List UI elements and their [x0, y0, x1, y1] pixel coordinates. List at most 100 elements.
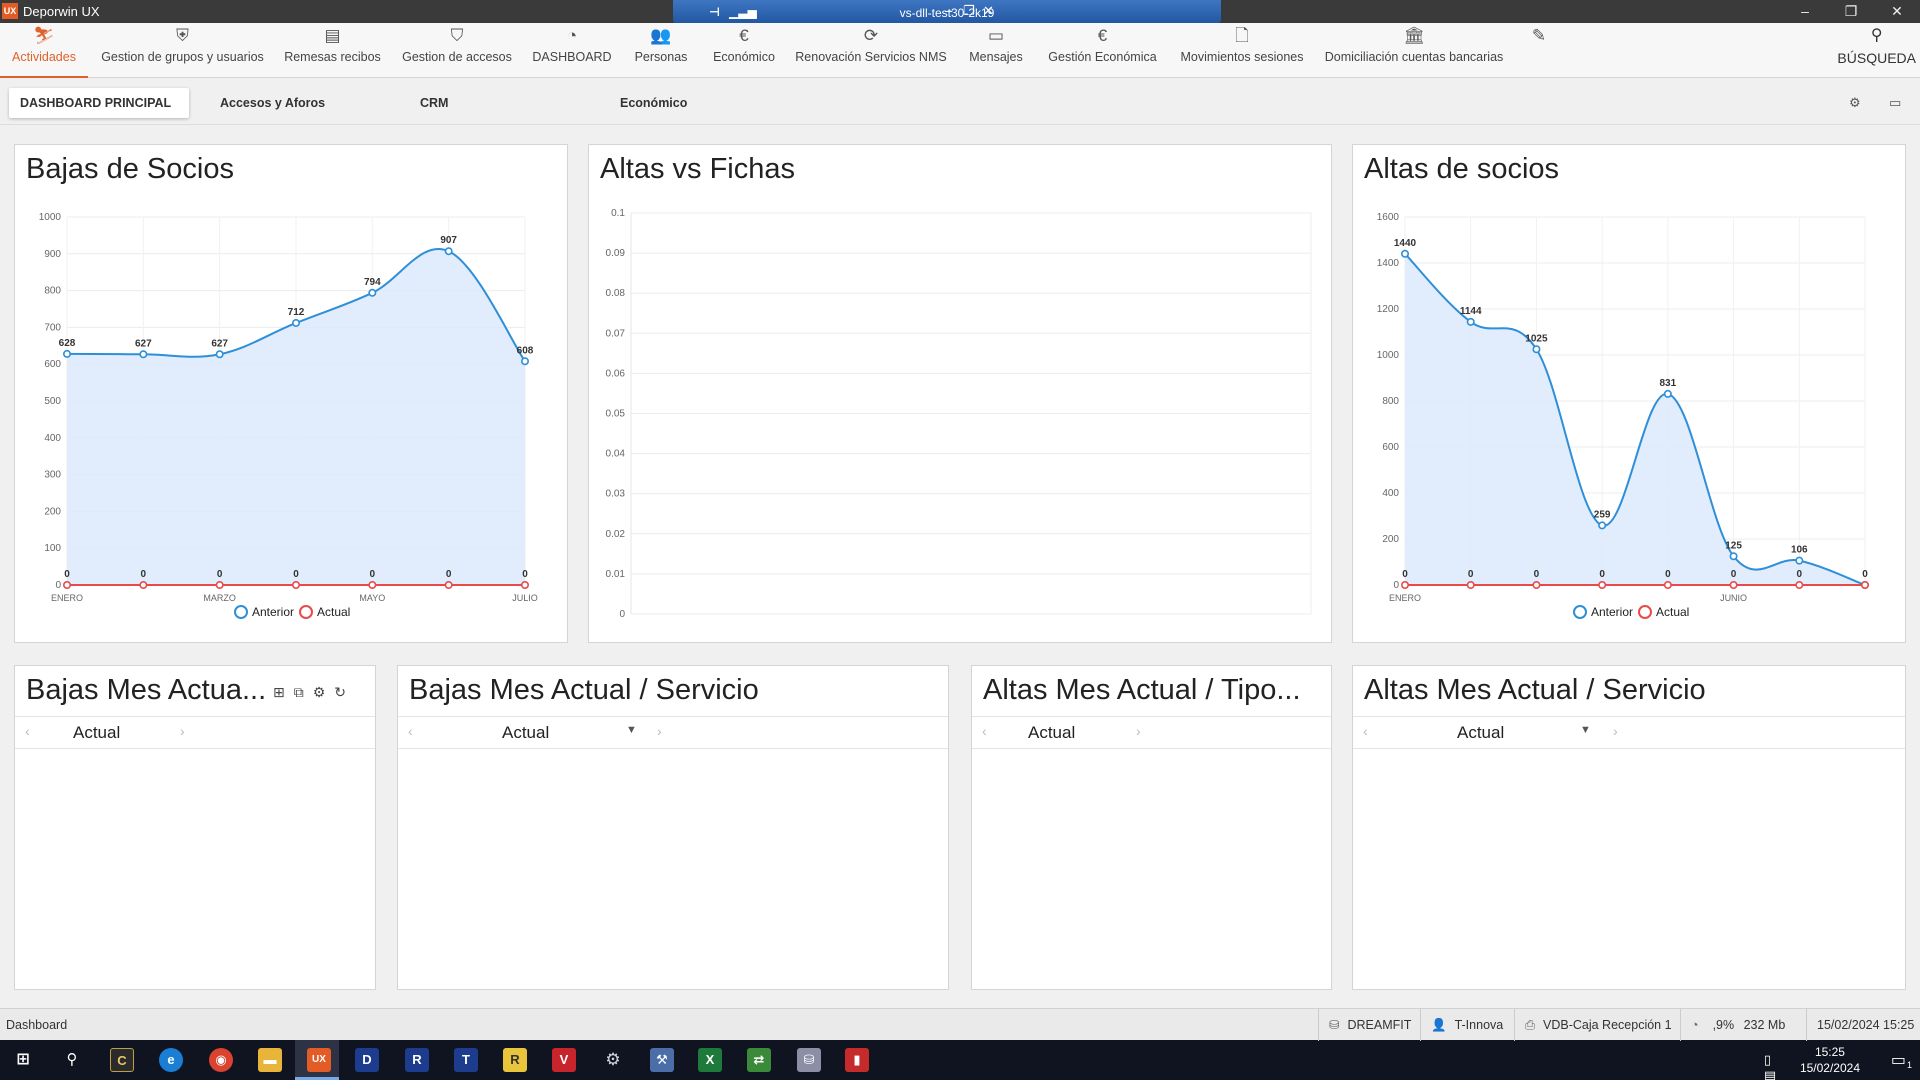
next-arrow-icon[interactable]: ›	[1136, 723, 1141, 739]
ribbon-item-remesas-recibos[interactable]: ▤ Remesas recibos	[280, 23, 385, 78]
app-office-icon[interactable]: ▮	[845, 1048, 869, 1072]
ribbon-item-gestion-de-accesos[interactable]: ⛉ Gestion de accesos	[396, 23, 518, 78]
app-d-icon[interactable]: D	[355, 1048, 379, 1072]
prev-arrow-icon[interactable]: ‹	[982, 723, 987, 739]
legend-marker	[1573, 605, 1587, 619]
dashboard-settings-icon[interactable]: ⚙	[1849, 95, 1861, 111]
panel-toolbar: ⊞ ⧉ ⚙ ↻	[273, 684, 346, 701]
data-label: 0	[1797, 569, 1803, 580]
bank-icon: 🏛	[1403, 26, 1425, 45]
ribbon-item-domiciliación-cuentas-bancarias[interactable]: 🏛 Domiciliación cuentas bancarias	[1319, 23, 1509, 78]
tab-accesos-aforos[interactable]: Accesos y Aforos	[209, 88, 336, 118]
ribbon-item-label: Económico	[713, 50, 775, 64]
table-view-icon[interactable]: ⊞	[273, 684, 285, 701]
settings-gear-icon[interactable]: ⚙	[601, 1048, 625, 1072]
period-selector[interactable]: ‹ Actual ▼ ›	[398, 717, 948, 749]
edit-pencil-icon[interactable]: ✎	[1525, 23, 1553, 78]
deporwin-ux-icon[interactable]: UX	[307, 1048, 331, 1072]
period-value[interactable]: Actual	[1028, 723, 1075, 743]
remote-close-icon[interactable]: ✕	[983, 3, 994, 19]
edge-icon[interactable]: e	[159, 1048, 183, 1072]
legend-label: Actual	[317, 605, 350, 619]
chart-bajas-socios: 0 100 200 300 400 500 600 700 800 900 1000 ENERO MAR…	[39, 212, 538, 619]
panel-title: Altas Mes Actual / Servicio	[1364, 674, 1706, 706]
ribbon-item-económico[interactable]: € Económico	[704, 23, 784, 78]
notification-icon[interactable]: ▭	[1891, 1050, 1906, 1070]
ribbon-item-actividades[interactable]: ⛷ Actividades	[0, 23, 88, 78]
legend-marker	[1638, 605, 1652, 619]
data-point	[368, 580, 377, 589]
prev-arrow-icon[interactable]: ‹	[25, 723, 30, 739]
data-label: 0	[370, 569, 376, 580]
gear-icon[interactable]: ⚙	[313, 684, 326, 701]
data-label: 0	[522, 569, 528, 580]
ribbon-item-mensajes[interactable]: ▭ Mensajes	[958, 23, 1034, 78]
minimize-icon[interactable]: –	[1782, 0, 1828, 23]
period-value[interactable]: Actual	[1457, 723, 1504, 743]
data-point	[291, 580, 300, 589]
panel-altas-socios: Altas de socios 0 200 400 600 800 1000 1200 140…	[1352, 144, 1906, 643]
panel-altas-fichas: Altas vs Fichas 0 0.01 0.02 0.03 0.04 0.05 0.0…	[588, 144, 1332, 643]
period-selector[interactable]: ‹ Actual ▼ ›	[1353, 717, 1905, 749]
dashboard-window-icon[interactable]: ▭	[1889, 95, 1901, 111]
data-label: 831	[1660, 378, 1677, 389]
refresh-icon[interactable]: ↻	[334, 684, 346, 701]
windows-start-icon[interactable]: ⊞	[11, 1048, 35, 1072]
close-icon[interactable]: ✕	[1874, 0, 1920, 23]
shield-user-icon: ⛨	[176, 26, 189, 45]
search-icon[interactable]: ⚲	[60, 1048, 84, 1072]
search-button[interactable]: ⚲ BÚSQUEDA	[1837, 23, 1916, 78]
copy-icon[interactable]: ⧉	[294, 684, 304, 701]
next-arrow-icon[interactable]: ›	[657, 723, 662, 739]
ribbon-item-renovación-servicios-nms[interactable]: ⟳ Renovación Servicios NMS	[791, 23, 951, 78]
data-point	[1532, 580, 1541, 589]
chevron-down-icon[interactable]: ▼	[1580, 724, 1591, 736]
ribbon-item-movimientos-sesiones[interactable]: 🗋 Movimientos sesiones	[1171, 23, 1313, 78]
ribbon-item-personas[interactable]: 👥 Personas	[621, 23, 701, 78]
period-selector[interactable]: ‹ Actual ›	[15, 717, 375, 749]
tab-dashboard-principal[interactable]: DASHBOARD PRINCIPAL	[9, 88, 189, 118]
app-r-icon[interactable]: R	[405, 1048, 429, 1072]
app-tools-icon[interactable]: ⚒	[650, 1048, 674, 1072]
panel-bajas-mes-tipo: Bajas Mes Actua... ⊞ ⧉ ⚙ ↻ ‹ Actual ›	[14, 665, 376, 990]
x-tick-label: ENERO	[1389, 593, 1421, 603]
y-tick-label: 500	[44, 396, 61, 407]
app-v-icon[interactable]: V	[552, 1048, 576, 1072]
app-r-yellow-icon[interactable]: R	[503, 1048, 527, 1072]
user-icon: 👤	[1431, 1018, 1447, 1032]
ribbon-item-gestion-de-grupos-y-usuarios[interactable]: ⛨ Gestion de grupos y usuarios	[95, 23, 270, 78]
prev-arrow-icon[interactable]: ‹	[1363, 723, 1368, 739]
remote-session-bar[interactable]: ⊣ ▁▃▅ vs-dll-test30-2k19 – ❐ ✕	[673, 0, 1221, 25]
excel-icon[interactable]: X	[698, 1048, 722, 1072]
data-point	[62, 349, 71, 358]
app-t-icon[interactable]: T	[454, 1048, 478, 1072]
taskbar-clock[interactable]: 15:25 15/02/2024	[1800, 1044, 1860, 1076]
ribbon-item-dashboard[interactable]: ◔ DASHBOARD	[528, 23, 616, 78]
chrome-icon[interactable]: ◉	[209, 1048, 233, 1072]
tray-icons[interactable]: ▯ ▤ ◖)	[1764, 1052, 1788, 1080]
status-performance: ◔ ,9% 232 Mb	[1680, 1009, 1785, 1041]
next-arrow-icon[interactable]: ›	[180, 723, 185, 739]
remote-minimize-icon[interactable]: –	[945, 3, 952, 18]
period-value[interactable]: Actual	[73, 723, 120, 743]
data-point	[1598, 521, 1607, 530]
period-value[interactable]: Actual	[502, 723, 549, 743]
next-arrow-icon[interactable]: ›	[1613, 723, 1618, 739]
period-selector[interactable]: ‹ Actual ›	[972, 717, 1331, 749]
document-icon: ▤	[324, 26, 341, 45]
app-database-icon[interactable]: ⛁	[797, 1048, 821, 1072]
data-label: 0	[446, 569, 452, 580]
remote-restore-icon[interactable]: ❐	[963, 3, 975, 19]
data-point	[1466, 580, 1475, 589]
app-transfer-icon[interactable]: ⇄	[747, 1048, 771, 1072]
restore-icon[interactable]: ❐	[1828, 0, 1874, 23]
chevron-down-icon[interactable]: ▼	[626, 724, 637, 736]
prev-arrow-icon[interactable]: ‹	[408, 723, 413, 739]
y-tick-label: 1000	[39, 212, 62, 223]
app-icon-ie[interactable]: C	[110, 1048, 134, 1072]
data-label: 907	[440, 235, 457, 246]
tab-crm[interactable]: CRM	[409, 88, 459, 118]
file-explorer-icon[interactable]: ▬	[258, 1048, 282, 1072]
ribbon-item-gestión-económica[interactable]: € Gestión Económica	[1040, 23, 1165, 78]
tab-economico[interactable]: Económico	[609, 88, 698, 118]
